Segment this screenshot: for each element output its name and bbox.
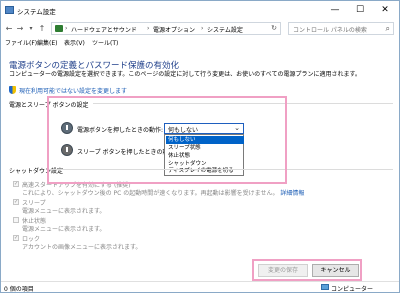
lock-option-description: アカウントの画像メニューに表示されます。: [22, 244, 142, 251]
close-button[interactable]: ✕: [373, 3, 397, 17]
menu-tools[interactable]: ツール(T): [92, 38, 118, 47]
menu-view[interactable]: 表示(V): [64, 38, 85, 47]
window-title: システム設定: [17, 8, 56, 16]
minimize-button[interactable]: —: [323, 3, 347, 17]
status-location: コンピューター: [331, 286, 374, 293]
highlight-box: [252, 259, 362, 281]
up-arrow-icon[interactable]: ↑: [37, 24, 47, 34]
change-unavailable-settings-link[interactable]: 現在利用可能ではない設定を変更します: [9, 86, 169, 96]
fast-startup-sub-text: これにより、シャットダウン後の PC の起動時間が速くなります。再起動は影響を受…: [22, 190, 279, 197]
refresh-icon[interactable]: ↻: [271, 24, 277, 32]
settings-window: システム設定 — ☐ ✕ ← → ▾ ↑ › ハードウェアとサウンド › 電源オ…: [0, 0, 400, 293]
chevron-right-icon: ›: [147, 25, 150, 32]
title-bar: システム設定 — ☐ ✕: [1, 1, 399, 21]
hibernate-checkbox[interactable]: [13, 217, 19, 223]
control-panel-icon: [55, 25, 63, 32]
fast-startup-description: これにより、シャットダウン後の PC の起動時間が速くなります。再起動は影響を受…: [22, 188, 304, 197]
lock-checkbox[interactable]: ✓: [13, 235, 19, 241]
forward-arrow-icon[interactable]: →: [15, 24, 25, 34]
breadcrumb-system-settings[interactable]: システム設定: [207, 25, 243, 34]
sleep-checkbox[interactable]: ✓: [13, 199, 19, 205]
more-info-link[interactable]: 詳細情報: [280, 190, 304, 197]
shield-link-label: 現在利用可能ではない設定を変更します: [19, 88, 128, 95]
back-arrow-icon[interactable]: ←: [4, 24, 14, 34]
menu-file[interactable]: ファイル(F): [5, 38, 37, 47]
computer-icon: [321, 284, 329, 290]
status-bar: 0 個の項目 コンピューター: [1, 281, 399, 293]
breadcrumb-hardware-sound[interactable]: ハードウェアとサウンド: [71, 25, 137, 34]
highlight-box: [47, 96, 287, 184]
recent-dropdown-icon[interactable]: ▾: [26, 24, 36, 34]
page-title: 電源ボタンの定義とパスワード保護の有効化: [9, 61, 180, 71]
search-box[interactable]: コントロール パネルの検索 ⌕: [288, 22, 394, 35]
item-count: 0 個の項目: [4, 286, 34, 293]
menu-bar: ファイル(F) 編集(E) 表示(V) ツール(T): [1, 37, 399, 49]
maximize-button[interactable]: ☐: [348, 3, 372, 17]
breadcrumb-power-options[interactable]: 電源オプション: [153, 25, 195, 34]
menu-edit[interactable]: 編集(E): [37, 38, 57, 47]
sleep-option-description: 電源メニューに表示されます。: [22, 208, 106, 215]
hibernate-option-description: 電源メニューに表示されます。: [22, 226, 106, 233]
chevron-right-icon: ›: [65, 25, 68, 32]
search-input[interactable]: コントロール パネルの検索: [293, 25, 367, 34]
chevron-right-icon: ›: [201, 25, 204, 32]
page-description: コンピューターの電源設定を選択できます。このページの設定に対して行う変更は、お使…: [9, 71, 361, 78]
control-panel-icon: [5, 6, 14, 14]
search-icon[interactable]: ⌕: [386, 24, 390, 34]
uac-shield-icon: [9, 86, 16, 94]
fast-startup-checkbox[interactable]: ✓: [13, 181, 19, 187]
address-bar[interactable]: › ハードウェアとサウンド › 電源オプション › システム設定 ↻: [51, 22, 281, 35]
